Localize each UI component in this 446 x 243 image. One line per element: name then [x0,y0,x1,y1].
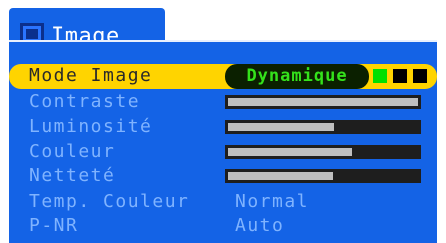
menu-panel: Mode Image Dynamique Contraste Luminosit… [9,40,437,243]
menu-item-pnr[interactable]: P-NR Auto [9,214,437,238]
menu-item-label: Temp. Couleur [29,191,190,212]
couleur-slider[interactable] [225,145,421,159]
mode-indicator-square [373,69,387,83]
menu-item-label: P-NR [29,215,79,236]
pnr-value: Auto [235,215,285,236]
mode-value-pill[interactable]: Dynamique [225,64,369,89]
menu-item-label: Mode Image [29,65,153,86]
mode-indicator-square [393,69,407,83]
osd-menu: Image Mode Image Dynamique Contraste Lum… [0,0,446,243]
menu-item-couleur[interactable]: Couleur [9,140,437,164]
mode-value-text: Dynamique [246,66,348,86]
menu-item-contraste[interactable]: Contraste [9,90,437,114]
menu-item-label: Luminosité [29,116,153,137]
contraste-slider-fill [228,98,418,106]
mode-indicator-square [413,69,427,83]
menu-item-mode-image[interactable]: Mode Image Dynamique [9,64,437,89]
menu-item-nettete[interactable]: Netteté [9,164,437,188]
menu-item-temp-couleur[interactable]: Temp. Couleur Normal [9,190,437,214]
nettete-slider[interactable] [225,169,421,183]
menu-item-luminosite[interactable]: Luminosité [9,115,437,139]
menu-item-label: Contraste [29,91,141,112]
menu-item-label: Couleur [29,141,116,162]
temp-couleur-value: Normal [235,191,310,212]
couleur-slider-fill [228,148,352,156]
contraste-slider[interactable] [225,95,421,109]
luminosite-slider-fill [228,123,334,131]
nettete-slider-fill [228,172,333,180]
menu-item-label: Netteté [29,165,116,186]
luminosite-slider[interactable] [225,120,421,134]
